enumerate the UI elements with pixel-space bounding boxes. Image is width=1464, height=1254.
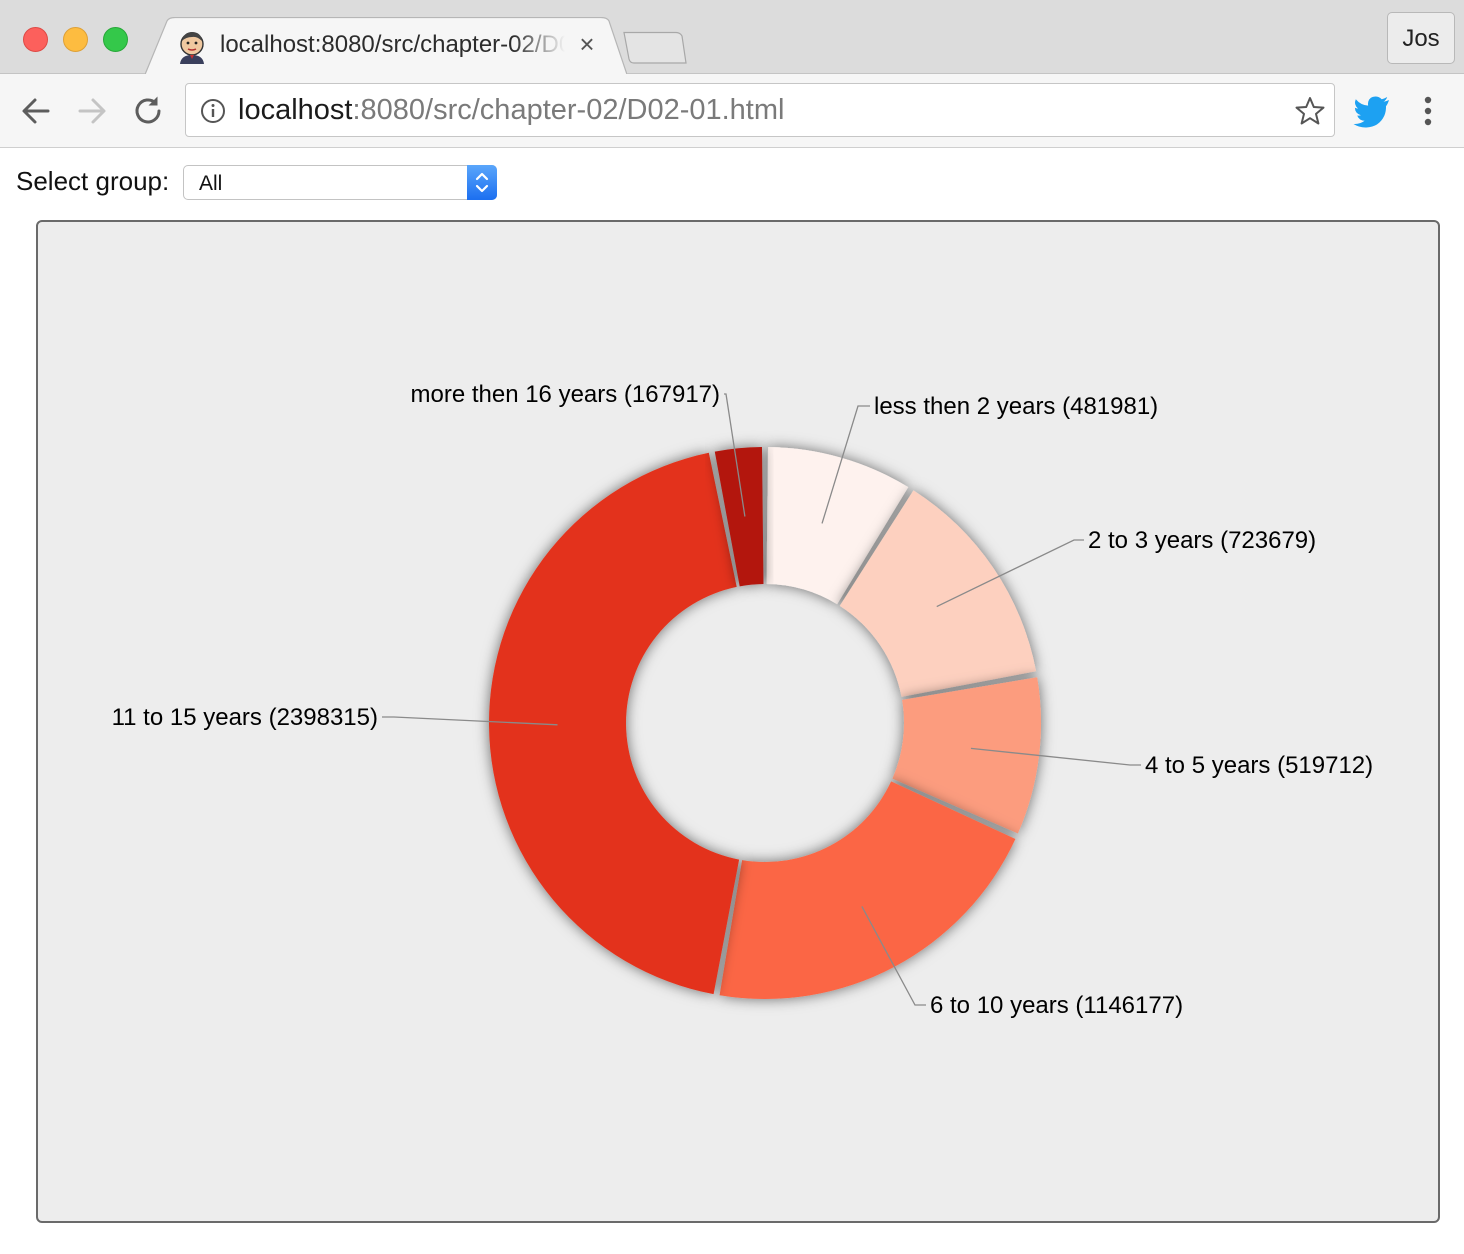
url-host: localhost: [238, 94, 353, 126]
url-text[interactable]: localhost:8080/src/chapter-02/D02-01.htm…: [238, 94, 784, 127]
slice-label: less then 2 years (481981): [874, 393, 1158, 420]
profile-button[interactable]: Jos: [1387, 12, 1455, 64]
reload-icon: [135, 96, 161, 124]
group-select[interactable]: All: [183, 165, 497, 200]
tab-title: localhost:8080/src/chapter-02/D02-01.htm…: [220, 31, 565, 58]
arrow-left-icon: [22, 98, 50, 124]
select-group-label: Select group:: [16, 166, 170, 196]
maximize-window-button[interactable]: [103, 27, 128, 52]
browser-titlebar: localhost:8080/src/chapter-02/D02-01.htm…: [0, 0, 1464, 75]
close-window-button[interactable]: [23, 27, 48, 52]
arrow-right-icon: [78, 98, 106, 124]
address-bar[interactable]: localhost:8080/src/chapter-02/D02-01.htm…: [185, 83, 1335, 137]
star-icon[interactable]: [1294, 95, 1326, 127]
slice-label: 6 to 10 years (1146177): [930, 992, 1183, 1019]
donut-chart: less then 2 years (481981) 2 to 3 years (…: [112, 381, 1374, 1019]
kebab-menu-icon[interactable]: [1414, 92, 1442, 132]
browser-toolbar: localhost:8080/src/chapter-02/D02-01.htm…: [0, 74, 1464, 148]
slice-label: 4 to 5 years (519712): [1145, 752, 1373, 779]
minimize-window-button[interactable]: [63, 27, 88, 52]
jenkins-butler-icon: [175, 30, 209, 64]
new-tab-icon: [623, 31, 687, 64]
browser-tab-active[interactable]: localhost:8080/src/chapter-02/D02-01.htm…: [145, 17, 627, 75]
forward-button[interactable]: [72, 91, 112, 131]
twitter-bird-icon[interactable]: [1352, 91, 1392, 131]
reload-button[interactable]: [128, 91, 168, 131]
new-tab-button[interactable]: [618, 30, 690, 66]
slice-label: 2 to 3 years (723679): [1088, 527, 1316, 554]
back-button[interactable]: [16, 91, 56, 131]
chart-panel: less then 2 years (481981) 2 to 3 years (…: [36, 220, 1440, 1223]
select-stepper-icon[interactable]: [467, 165, 497, 200]
tab-close-icon[interactable]: ×: [575, 29, 599, 59]
donut-slices: [489, 447, 1041, 999]
donut-slice-6-to-10-years[interactable]: [719, 781, 1016, 999]
group-select-value: All: [199, 172, 223, 195]
slice-label: 11 to 15 years (2398315): [112, 704, 378, 731]
url-path: :8080/src/chapter-02/D02-01.html: [352, 94, 785, 126]
slice-label: more then 16 years (167917): [410, 381, 720, 408]
info-icon[interactable]: [200, 98, 226, 124]
